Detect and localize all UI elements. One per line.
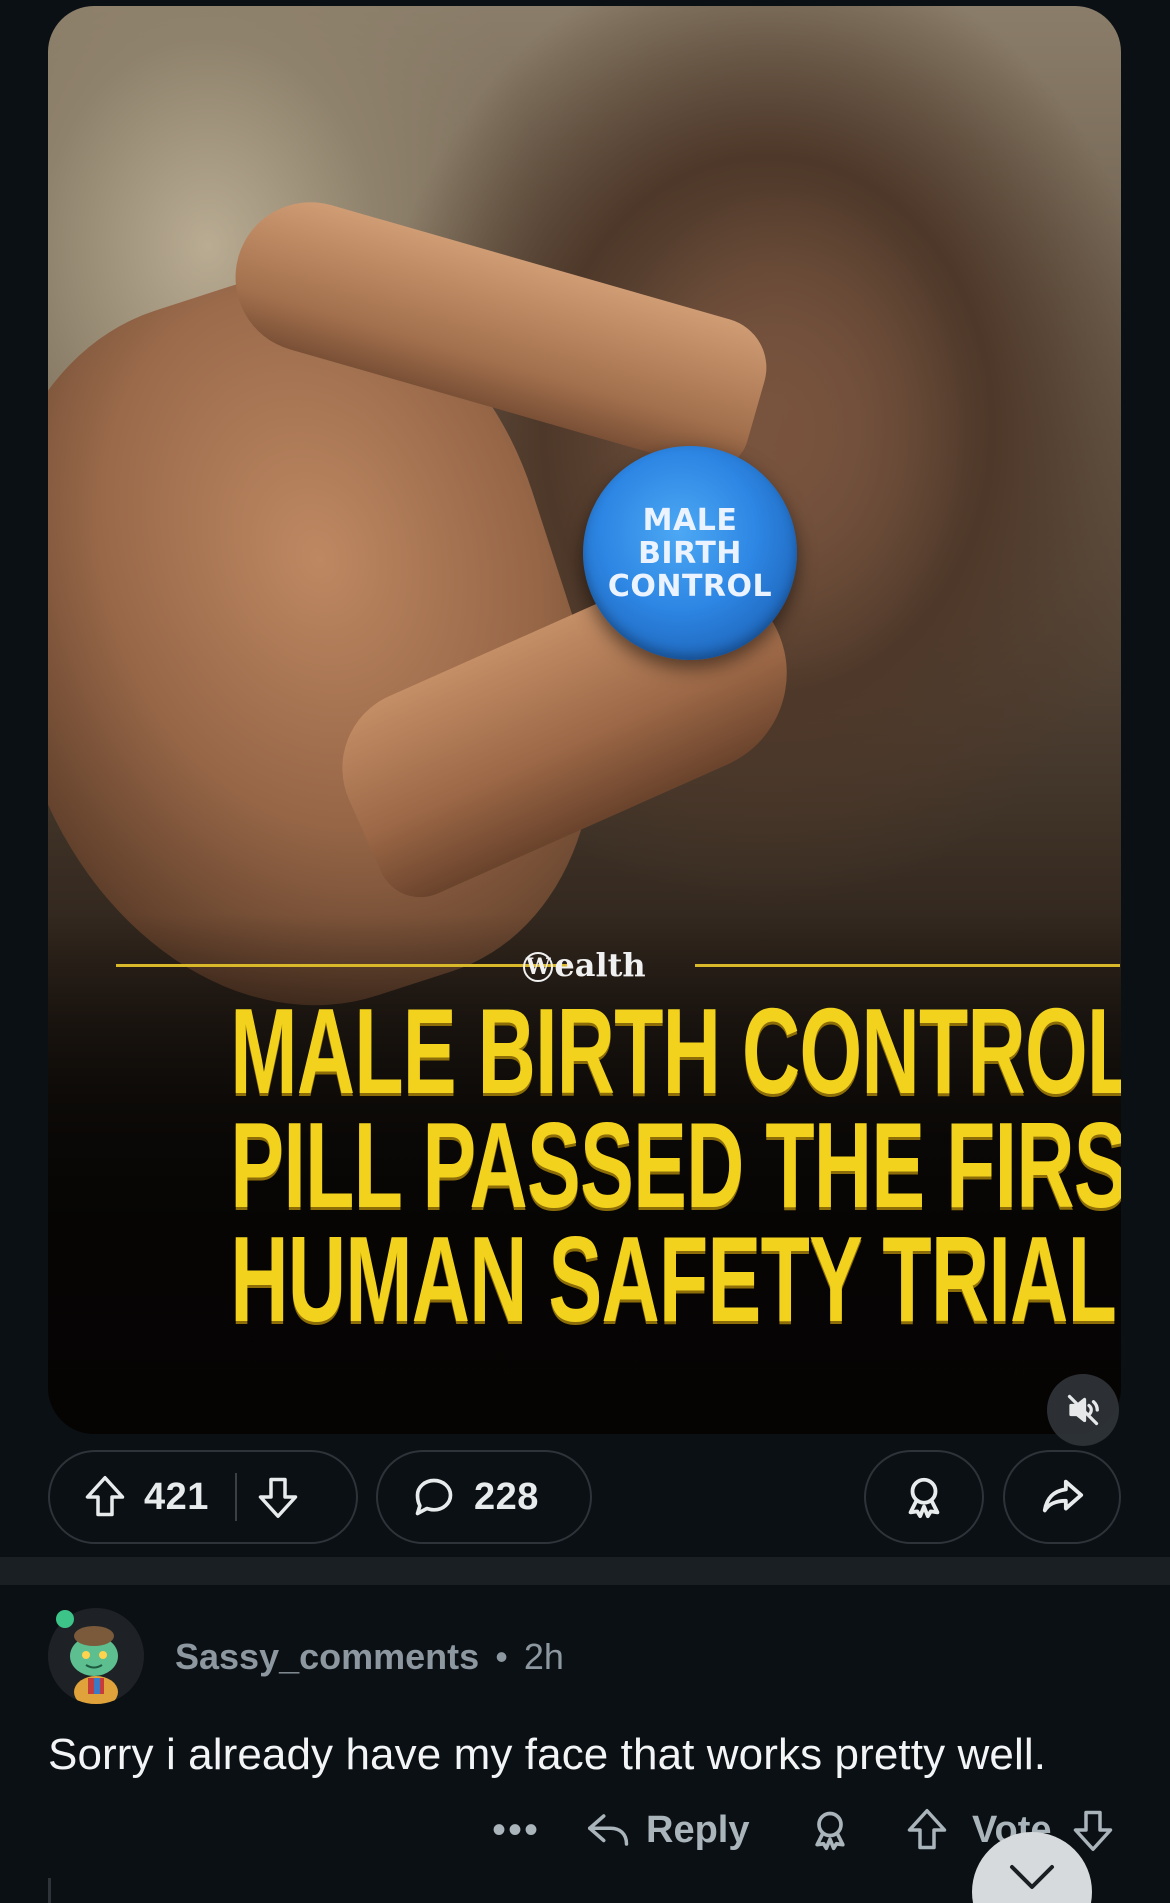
meta-separator: • xyxy=(495,1636,508,1677)
online-status-dot xyxy=(56,1610,74,1628)
comment-username[interactable]: Sassy_comments xyxy=(175,1636,479,1677)
vote-group: 421 xyxy=(48,1450,358,1544)
pill-text-line: BIRTH xyxy=(638,535,742,571)
headline-line: PILL PASSED THE FIRST xyxy=(230,1097,1121,1233)
downvote-icon[interactable] xyxy=(257,1474,299,1520)
reply-button[interactable]: Reply xyxy=(586,1800,749,1860)
reply-icon xyxy=(588,1814,629,1846)
mute-button[interactable] xyxy=(1047,1374,1119,1446)
headline-line: MALE BIRTH CONTROL xyxy=(230,983,1121,1119)
share-icon xyxy=(1039,1474,1085,1520)
comment-text: Sorry i already have my face that works … xyxy=(48,1730,1047,1779)
section-divider xyxy=(0,1557,1170,1585)
post-media-image[interactable]: MALE BIRTH CONTROL Wealth MALE BIRTH CON… xyxy=(48,6,1121,1434)
comment-timestamp: 2h xyxy=(523,1636,564,1677)
more-options-button[interactable]: ••• xyxy=(492,1800,540,1860)
comments-button[interactable]: 228 xyxy=(376,1450,592,1544)
reply-label: Reply xyxy=(646,1808,750,1851)
comment-award-icon[interactable] xyxy=(808,1800,852,1860)
award-button[interactable] xyxy=(864,1450,984,1544)
pill-text-line: MALE xyxy=(642,502,738,538)
pill-graphic: MALE BIRTH CONTROL xyxy=(583,446,797,660)
pill-text-line: CONTROL xyxy=(607,568,773,604)
muted-speaker-icon xyxy=(1065,1392,1101,1428)
comment-author-line: Sassy_comments • 2h xyxy=(175,1636,564,1678)
comment-downvote-icon[interactable] xyxy=(1072,1800,1114,1860)
headline-line: HUMAN SAFETY TRIAL xyxy=(230,1211,1117,1347)
comment-count: 228 xyxy=(474,1475,539,1518)
award-icon xyxy=(901,1474,947,1520)
upvote-icon[interactable] xyxy=(84,1474,126,1520)
comment-thread-line[interactable] xyxy=(48,1878,51,1903)
share-button[interactable] xyxy=(1003,1450,1121,1544)
comment-upvote-icon[interactable] xyxy=(906,1800,948,1860)
upvote-count: 421 xyxy=(144,1475,209,1518)
chevron-down-icon xyxy=(1007,1862,1057,1892)
brand-logo: Wealth xyxy=(48,946,1121,984)
image-headline: MALE BIRTH CONTROL PILL PASSED THE FIRST… xyxy=(48,983,1121,1347)
comment-icon xyxy=(412,1475,456,1519)
vote-divider xyxy=(234,1473,237,1521)
